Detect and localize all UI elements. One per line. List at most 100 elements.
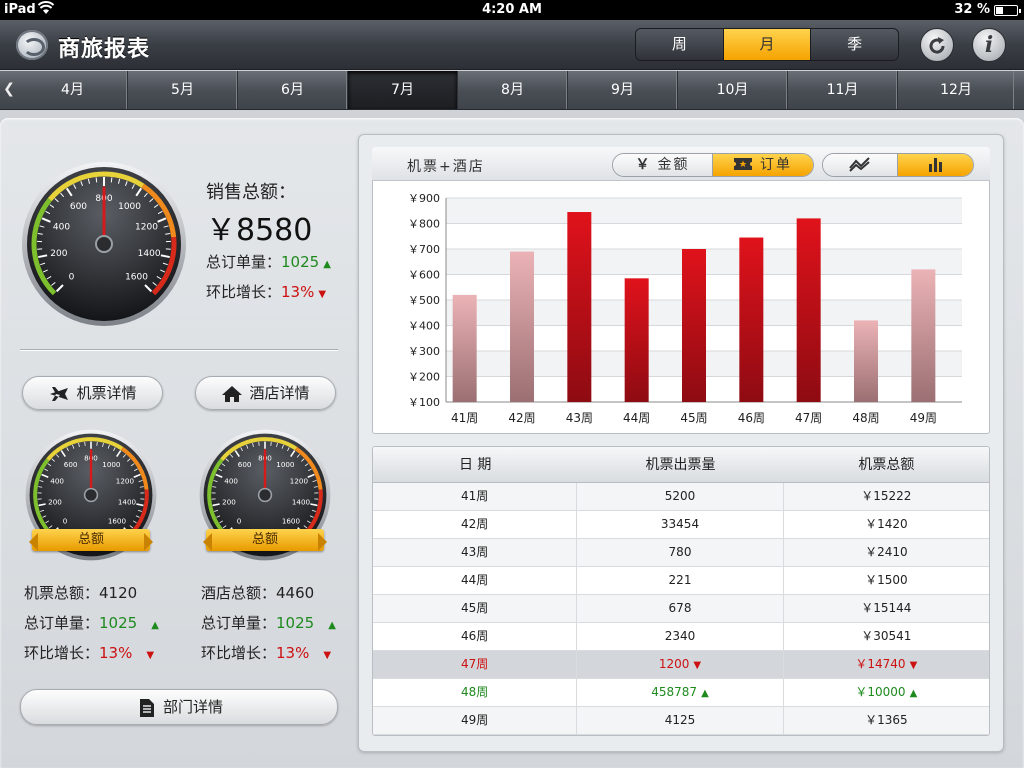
chevron-left-icon[interactable]: ❮ [0, 71, 18, 109]
table-row[interactable]: 42周 33454 ￥1420 [373, 511, 989, 539]
table-cell-ticket-count: 221 [577, 567, 784, 594]
gauge-tick-label: 400 [53, 222, 70, 232]
table-cell-ticket-count: 2340 [577, 623, 784, 650]
gauge-hub [95, 235, 113, 253]
month-tab[interactable]: 11月 [788, 71, 898, 109]
table-row[interactable]: 43周 780 ￥2410 [373, 539, 989, 567]
refresh-button[interactable] [920, 28, 954, 62]
gauge-tick-label: 1000 [276, 460, 295, 469]
month-tab-active[interactable]: 7月 [348, 71, 458, 109]
flight-total-value: 4120 [99, 584, 138, 602]
month-tab[interactable]: 4月 [18, 71, 128, 109]
bar [567, 212, 592, 402]
table-cell-ticket-amount: ￥1420 [865, 517, 908, 531]
line-chart-tab[interactable] [823, 154, 898, 176]
flight-total: 机票总额：4120 [24, 582, 137, 603]
flight-details-label: 机票详情 [76, 384, 137, 402]
table-cell-ticket-amount: ￥1500 [865, 573, 908, 587]
month-selector: ❮ 4月 5月 6月 7月 8月 9月 10月 11月 12月 [0, 71, 1024, 110]
month-tab[interactable]: 9月 [568, 71, 678, 109]
table-cell-date: 48周 [373, 679, 578, 706]
gauge-tick-label: 400 [224, 476, 238, 485]
x-tick-label: 45周 [680, 411, 707, 425]
column-header-date[interactable]: 日 期 [373, 447, 577, 482]
trend-down-icon: ▼ [318, 289, 327, 300]
x-tick-label: 42周 [508, 411, 535, 425]
period-quarter-tab[interactable]: 季 [811, 29, 898, 60]
month-tab[interactable]: 6月 [238, 71, 348, 109]
trend-up-icon: ▲ [701, 688, 709, 699]
metric-orders-tab[interactable]: 订单 [713, 154, 813, 176]
table-cell-date: 42周 [373, 511, 578, 538]
table-cell-date: 49周 [373, 707, 578, 734]
column-header-ticket-count[interactable]: 机票出票量 [577, 447, 783, 482]
table-row[interactable]: 46周 2340 ￥30541 [373, 623, 989, 651]
column-header-ticket-amount[interactable]: 机票总额 [784, 447, 989, 482]
month-tab[interactable]: 8月 [458, 71, 568, 109]
month-tab[interactable]: 10月 [678, 71, 788, 109]
yen-icon: ￥ [635, 157, 652, 173]
gauge-tick-label: 1400 [138, 249, 161, 259]
table-cell-date: 41周 [373, 483, 578, 510]
table-cell-ticket-count: 780 [577, 539, 784, 566]
trend-down-icon: ▼ [909, 660, 918, 671]
period-selector: 周 月 季 [635, 28, 899, 61]
company-logo-icon [16, 30, 48, 60]
gauge-tick-label: 200 [48, 498, 62, 507]
period-month-tab[interactable]: 月 [723, 29, 812, 60]
hotel-details-button[interactable]: 酒店详情 [195, 376, 336, 410]
gauge-tick-label: 1200 [290, 476, 309, 485]
y-tick-label: ￥200 [408, 371, 440, 384]
table-row[interactable]: 49周 4125 ￥1365 [373, 707, 989, 735]
flight-details-button[interactable]: 机票详情 [22, 376, 163, 410]
department-details-button[interactable]: 部门详情 [20, 689, 338, 725]
x-tick-label: 47周 [795, 411, 822, 425]
app-header: 商旅报表 周 月 季 i [0, 20, 1024, 70]
table-cell-ticket-amount: ￥1365 [865, 713, 908, 727]
y-tick-label: ￥900 [408, 192, 440, 205]
table-row[interactable]: 45周 678 ￥15144 [373, 595, 989, 623]
period-week-tab[interactable]: 周 [636, 29, 724, 60]
x-tick-label: 48周 [852, 411, 879, 425]
metric-amount-label: 金额 [657, 157, 690, 173]
month-tab[interactable]: 12月 [898, 71, 1014, 109]
gauge-tick-label: 1000 [102, 460, 121, 469]
trend-down-icon: ▼ [146, 650, 155, 661]
bar-chart-tab[interactable] [898, 154, 973, 176]
table-cell-ticket-amount: ￥10000 ▲ [855, 685, 918, 699]
table-body: 41周 5200 ￥15222 42周 33454 ￥1420 43周 780 ￥2410 44周… [373, 483, 989, 735]
hotel-total-label: 酒店总额： [201, 584, 277, 602]
y-tick-label: ￥700 [408, 243, 440, 256]
growth-value: 13% [276, 644, 310, 662]
y-tick-label: ￥100 [408, 396, 440, 409]
trend-up-icon: ▲ [328, 620, 336, 631]
hotel-total: 酒店总额：4460 [201, 582, 314, 603]
info-button[interactable]: i [972, 28, 1006, 62]
gauge-tick-label: 1200 [116, 476, 135, 485]
table-row[interactable]: 47周 1200 ▼ ￥14740 ▼ [373, 651, 989, 679]
x-tick-label: 44周 [623, 411, 650, 425]
airplane-icon [50, 386, 69, 401]
gauge-tick-label: 1400 [292, 498, 311, 507]
home-icon [222, 385, 243, 402]
orders-value: 1025 [281, 253, 320, 271]
chart-type-selector [822, 153, 974, 177]
metric-amount-tab[interactable]: ￥ 金额 [613, 154, 713, 176]
month-tab[interactable]: 5月 [128, 71, 238, 109]
bar [510, 251, 534, 402]
grid-band [446, 198, 962, 224]
gauge-tick-label: 1400 [118, 498, 137, 507]
table-row[interactable]: 48周 458787 ▲ ￥10000 ▲ [373, 679, 989, 707]
table-row[interactable]: 44周 221 ￥1500 [373, 567, 989, 595]
gauge-hub [83, 487, 99, 503]
table-row[interactable]: 41周 5200 ￥15222 [373, 483, 989, 511]
metric-selector: ￥ 金额 订单 [612, 153, 814, 177]
trend-down-icon: ▼ [693, 660, 702, 671]
grid-band [446, 223, 962, 249]
gauge-tick-label: 1000 [118, 202, 141, 212]
summary-growth: 环比增长：13% ▼ [206, 281, 326, 302]
y-tick-label: ￥400 [408, 320, 440, 333]
flight-total-label: 机票总额： [24, 584, 100, 602]
gauge-tick-label: 600 [238, 460, 252, 469]
table-cell-ticket-amount: ￥14740 ▼ [855, 657, 918, 671]
